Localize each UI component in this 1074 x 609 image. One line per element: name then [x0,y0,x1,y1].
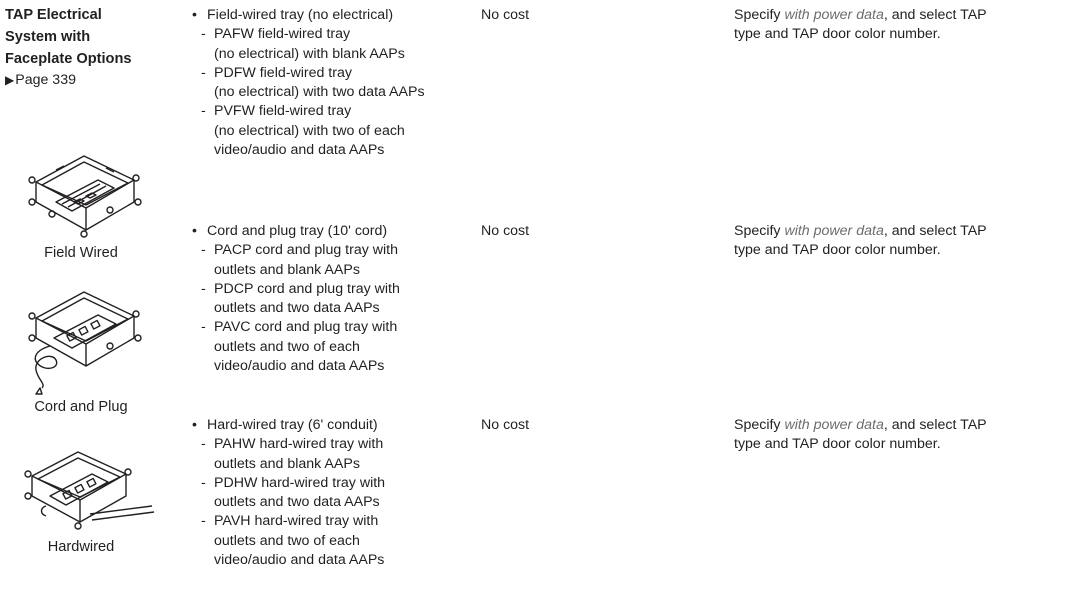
sub-item-text: (no electrical) with two of each [214,122,405,139]
option-cord-and-plug: • Cord and plug tray (10' cord) No cost S… [192,222,1072,376]
option-cost: No cost [481,223,530,239]
note-text: , and select TAP [883,7,987,23]
option-label-text: Hard-wired tray (6' conduit) [207,417,378,433]
section-title-line: TAP Electrical [5,7,102,23]
option-cost: No cost [481,7,530,23]
sub-item-text: outlets and two data AAPs [214,494,380,511]
option-note: Specify with power data, and select TAP [734,222,1074,241]
tap-tray-cord-and-plug-illustration [28,291,142,395]
illustration-caption: Field Wired [44,245,118,261]
sub-item-text: outlets and two of each [214,338,360,355]
dash-icon: - [201,280,206,297]
tap-tray-hardwired-illustration [24,451,155,530]
dash-icon: - [201,242,206,259]
sub-item-text: (no electrical) with two data AAPs [214,84,425,101]
sub-item-text: PVFW field-wired tray [214,103,352,120]
field-wired-illustration: Field Wired [0,150,162,263]
note-text: Specify [734,7,785,23]
dash-icon: - [201,103,206,120]
dash-icon: - [201,319,206,336]
sub-item-text: PAHW hard-wired tray with [214,436,384,453]
illustration-caption: Cord and Plug [34,399,128,415]
sub-item-text: video/audio and data AAPs [214,552,385,569]
sub-item-text: PDHW hard-wired tray with [214,474,386,491]
bullet-icon: • [192,417,197,433]
section-heading: TAP Electrical System with Faceplate Opt… [5,4,180,90]
sub-item-text: outlets and two data AAPs [214,300,380,317]
sub-item-text: outlets and two of each [214,532,360,549]
page-reference-label: Page 339 [15,72,76,88]
note-emphasis: with power data [784,7,884,23]
note-text: Specify [734,223,785,239]
page-reference-link[interactable]: ▶Page 339 [5,70,180,90]
option-cost: No cost [481,417,530,433]
tap-tray-field-wired-illustration [28,155,142,238]
option-label-text: Cord and plug tray (10' cord) [207,223,388,239]
sub-item-text: PDFW field-wired tray [214,64,352,81]
dash-icon: - [201,436,206,453]
option-label-text: Field-wired tray (no electrical) [207,7,394,23]
bullet-icon: • [192,223,197,239]
option-field-wired: • Field-wired tray (no electrical) No cos… [192,6,1072,160]
bullet-icon: • [192,7,197,23]
note-text: , and select TAP [883,223,987,239]
option-note: Specify with power data, and select TAP [734,6,1074,25]
illustration-caption: Hardwired [47,539,115,555]
cord-and-plug-illustration: Cord and Plug [0,288,162,417]
note-emphasis: with power data [784,223,884,239]
sub-item-text: outlets and blank AAPs [214,455,360,472]
option-note: Specify with power data, and select TAP [734,416,1074,435]
option-hard-wired: • Hard-wired tray (6' conduit) No cost Sp… [192,416,1072,570]
sub-item-text: PAFW field-wired tray [214,26,351,43]
note-emphasis: with power data [784,417,884,433]
dash-icon: - [201,513,206,530]
sub-item-text: (no electrical) with blank AAPs [214,45,405,62]
dash-icon: - [201,474,206,491]
section-title-line: System with [5,29,91,45]
triangle-right-icon: ▶ [5,73,15,87]
note-text: , and select TAP [883,417,987,433]
sub-item-text: PACP cord and plug tray with [214,242,399,259]
sub-item-text: PAVC cord and plug tray with [214,319,398,336]
note-text: Specify [734,417,785,433]
hardwired-illustration: Hardwired [0,448,162,557]
sub-item-text: PDCP cord and plug tray with [214,280,400,297]
sub-item-text: outlets and blank AAPs [214,261,360,278]
sub-item-text: PAVH hard-wired tray with [214,513,379,530]
section-title-line: Faceplate Options [5,51,132,67]
dash-icon: - [201,64,206,81]
sub-item-text: video/audio and data AAPs [214,358,385,375]
sub-item-text: video/audio and data AAPs [214,142,385,159]
dash-icon: - [201,26,206,43]
